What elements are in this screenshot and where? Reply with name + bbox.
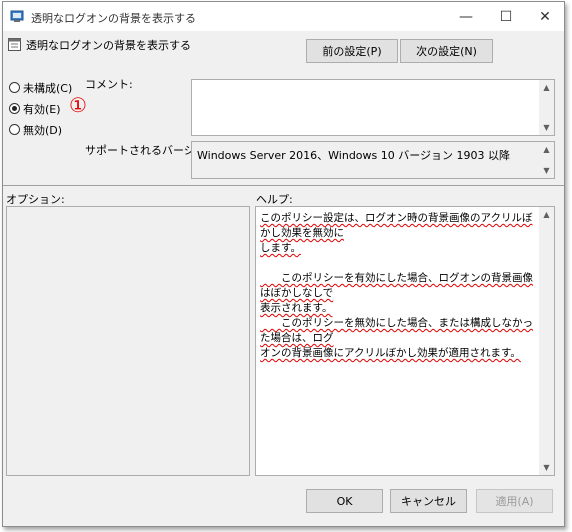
comment-textarea[interactable]: ▲ ▼ (191, 79, 555, 136)
section-divider (3, 185, 564, 186)
help-label: ヘルプ: (256, 193, 293, 206)
scroll-up-icon[interactable]: ▲ (539, 80, 554, 95)
close-icon: ✕ (539, 8, 551, 25)
scroll-down-icon[interactable]: ▼ (539, 460, 554, 475)
annotation-marker-1: ① (69, 93, 87, 117)
policy-setting-icon (8, 38, 21, 51)
ok-button[interactable]: OK (306, 489, 383, 513)
options-label: オプション: (6, 193, 65, 206)
supported-on-box: Windows Server 2016、Windows 10 バージョン 190… (191, 141, 555, 179)
help-line: このポリシー設定は、ログオン時の背景画像のアクリルぼかし効果を無効に (260, 212, 533, 239)
supported-scrollbar[interactable]: ▲ ▼ (539, 142, 554, 178)
policy-settings-icon (10, 10, 24, 22)
scroll-up-icon[interactable]: ▲ (539, 142, 554, 157)
policy-dialog-window: 透明なログオンの背景を表示する — ☐ ✕ 透明なログオンの背景を表示する 前の… (2, 1, 565, 527)
maximize-icon: ☐ (499, 8, 513, 25)
help-line: オンの背景画像にアクリルぼかし効果が適用されます。 (260, 347, 521, 359)
apply-button[interactable]: 適用(A) (476, 489, 553, 513)
radio-enabled-label[interactable]: 有効(E) (23, 101, 61, 117)
scroll-up-icon[interactable]: ▲ (539, 207, 554, 222)
help-line: このポリシーを無効にした場合、または構成しなかった場合は、ログ (260, 317, 533, 344)
scroll-down-icon[interactable]: ▼ (539, 120, 554, 135)
radio-enabled[interactable] (9, 103, 20, 114)
comment-scrollbar[interactable]: ▲ ▼ (539, 80, 554, 135)
policy-name: 透明なログオンの背景を表示する (26, 39, 191, 52)
minimize-icon: — (459, 8, 473, 25)
radio-not-configured[interactable] (9, 82, 20, 93)
help-scrollbar[interactable]: ▲ ▼ (539, 207, 554, 475)
help-line: 表示されます。 (260, 302, 333, 314)
radio-disabled[interactable] (9, 124, 20, 135)
previous-setting-button[interactable]: 前の設定(P) (306, 39, 398, 63)
comment-label: コメント: (85, 78, 133, 91)
window-title: 透明なログオンの背景を表示する (31, 12, 196, 25)
options-panel (6, 206, 250, 476)
next-setting-button[interactable]: 次の設定(N) (400, 39, 493, 63)
help-text: このポリシー設定は、ログオン時の背景画像のアクリルぼかし効果を無効に します。 … (260, 211, 536, 361)
radio-not-configured-label[interactable]: 未構成(C) (23, 80, 72, 96)
radio-disabled-label[interactable]: 無効(D) (23, 122, 62, 138)
supported-on-value: Windows Server 2016、Windows 10 バージョン 190… (197, 149, 511, 162)
close-button[interactable]: ✕ (525, 2, 565, 31)
help-line: このポリシーを有効にした場合、ログオンの背景画像はぼかしなしで (260, 272, 533, 299)
help-line: します。 (260, 242, 301, 254)
title-bar: 透明なログオンの背景を表示する — ☐ ✕ (3, 2, 564, 31)
scroll-down-icon[interactable]: ▼ (539, 163, 554, 178)
minimize-button[interactable]: — (446, 2, 486, 31)
cancel-button[interactable]: キャンセル (390, 489, 467, 513)
maximize-button[interactable]: ☐ (486, 2, 526, 31)
help-panel: このポリシー設定は、ログオン時の背景画像のアクリルぼかし効果を無効に します。 … (255, 206, 555, 476)
